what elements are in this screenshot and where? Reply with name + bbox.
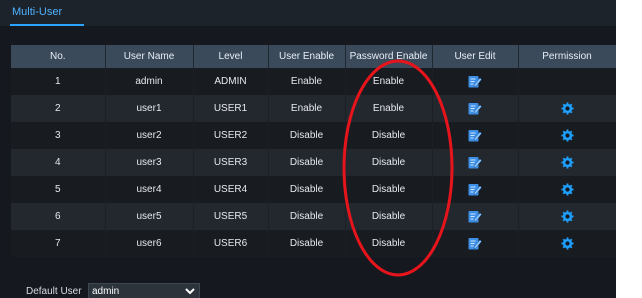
cell-user-name: user4	[105, 176, 194, 203]
cell-user-edit	[432, 176, 519, 203]
edit-pencil-icon[interactable]	[468, 156, 482, 169]
cell-no: 5	[11, 176, 106, 203]
cell-user-edit	[432, 203, 519, 230]
tab-bar: Multi-User	[0, 0, 616, 26]
header-user-enable: User Enable	[268, 45, 346, 68]
cell-no: 7	[11, 230, 106, 257]
table-row: 5 user4 USER4 Disable Disable	[11, 176, 616, 203]
cell-permission	[518, 122, 616, 149]
gear-icon[interactable]	[560, 183, 574, 196]
cell-user-name: user6	[105, 230, 194, 257]
cell-password-enable: Disable	[345, 176, 433, 203]
cell-user-enable: Disable	[268, 149, 346, 176]
tab-active-indicator	[10, 24, 84, 26]
table-header-row: No. User Name Level User Enable Password…	[11, 45, 616, 68]
cell-user-name: user3	[105, 149, 194, 176]
cell-user-edit	[432, 122, 519, 149]
header-level: Level	[193, 45, 269, 68]
cell-user-edit	[432, 68, 519, 95]
cell-user-enable: Enable	[268, 68, 346, 95]
table-row: 4 user3 USER3 Disable Disable	[11, 149, 616, 176]
edit-pencil-icon[interactable]	[468, 75, 482, 88]
cell-user-name: user5	[105, 203, 194, 230]
cell-permission	[518, 68, 616, 95]
cell-user-enable: Enable	[268, 95, 346, 122]
cell-password-enable: Disable	[345, 122, 433, 149]
cell-no: 1	[11, 68, 106, 95]
header-permission: Permission	[518, 45, 616, 68]
chevron-down-icon	[185, 288, 195, 295]
cell-user-enable: Disable	[268, 122, 346, 149]
cell-no: 3	[11, 122, 106, 149]
cell-user-enable: Disable	[268, 230, 346, 257]
header-user-edit: User Edit	[432, 45, 519, 68]
header-password-enable: Password Enable	[345, 45, 433, 68]
cell-no: 2	[11, 95, 106, 122]
cell-user-edit	[432, 230, 519, 257]
cell-level: USER4	[193, 176, 269, 203]
cell-user-edit	[432, 95, 519, 122]
cell-permission	[518, 95, 616, 122]
edit-pencil-icon[interactable]	[468, 183, 482, 196]
default-user-value: admin	[92, 286, 120, 297]
cell-user-name: user2	[105, 122, 194, 149]
cell-no: 4	[11, 149, 106, 176]
cell-level: USER1	[193, 95, 269, 122]
cell-permission	[518, 203, 616, 230]
tab-multi-user[interactable]: Multi-User	[10, 0, 64, 26]
cell-user-name: user1	[105, 95, 194, 122]
cell-password-enable: Enable	[345, 68, 433, 95]
table-row: 7 user6 USER6 Disable Disable	[11, 230, 616, 257]
edit-pencil-icon[interactable]	[468, 210, 482, 223]
cell-user-enable: Disable	[268, 203, 346, 230]
table-row: 6 user5 USER5 Disable Disable	[11, 203, 616, 230]
gear-icon[interactable]	[560, 129, 574, 142]
cell-permission	[518, 230, 616, 257]
default-user-select[interactable]: admin	[88, 283, 200, 298]
cell-level: USER5	[193, 203, 269, 230]
header-no: No.	[11, 45, 106, 68]
cell-password-enable: Disable	[345, 203, 433, 230]
cell-user-name: admin	[105, 68, 194, 95]
cell-user-enable: Disable	[268, 176, 346, 203]
gear-icon[interactable]	[560, 210, 574, 223]
multi-user-panel: Multi-User No. User Name Level User Enab…	[0, 0, 616, 298]
default-user-label: Default User	[26, 286, 82, 297]
cell-password-enable: Disable	[345, 230, 433, 257]
cell-user-edit	[432, 149, 519, 176]
table-row: 2 user1 USER1 Enable Enable	[11, 95, 616, 122]
edit-pencil-icon[interactable]	[468, 237, 482, 250]
cell-level: USER3	[193, 149, 269, 176]
gear-icon[interactable]	[560, 156, 574, 169]
cell-password-enable: Enable	[345, 95, 433, 122]
gear-icon[interactable]	[560, 237, 574, 250]
gear-icon[interactable]	[560, 102, 574, 115]
cell-permission	[518, 149, 616, 176]
cell-password-enable: Disable	[345, 149, 433, 176]
table-row: 3 user2 USER2 Disable Disable	[11, 122, 616, 149]
header-user-name: User Name	[105, 45, 194, 68]
cell-permission	[518, 176, 616, 203]
cell-level: USER2	[193, 122, 269, 149]
edit-pencil-icon[interactable]	[468, 102, 482, 115]
edit-pencil-icon[interactable]	[468, 129, 482, 142]
table-row: 1 admin ADMIN Enable Enable	[11, 68, 616, 95]
cell-level: ADMIN	[193, 68, 269, 95]
cell-no: 6	[11, 203, 106, 230]
user-table: No. User Name Level User Enable Password…	[11, 45, 616, 257]
cell-level: USER6	[193, 230, 269, 257]
